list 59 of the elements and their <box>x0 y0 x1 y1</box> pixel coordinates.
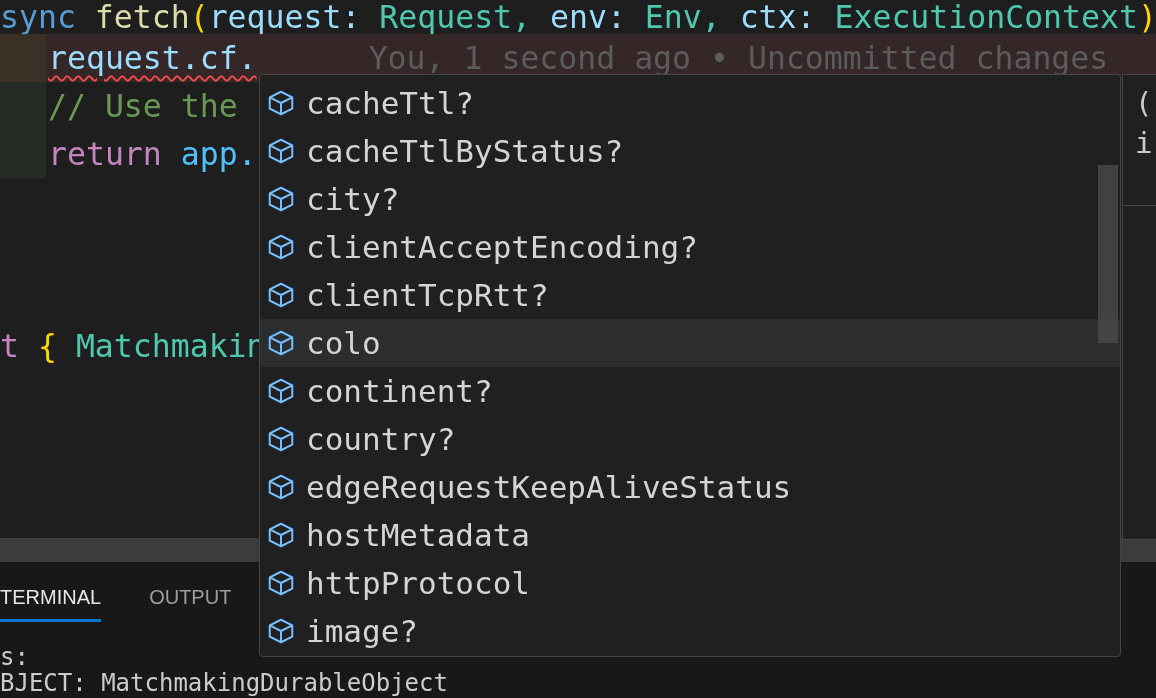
code-token: ExecutionContext <box>834 0 1138 35</box>
suggestion-item[interactable]: hostMetadata <box>260 511 1120 559</box>
cube-icon <box>266 88 296 118</box>
suggestion-label: clientAcceptEncoding? <box>306 229 698 265</box>
panel-tab[interactable]: TERMINAL <box>0 578 102 622</box>
cube-icon <box>266 424 296 454</box>
cube-icon <box>266 184 296 214</box>
details-text: i <box>1135 125 1154 162</box>
cube-icon <box>266 376 296 406</box>
code-token: { <box>37 328 58 364</box>
terminal-line: s: <box>0 644 30 670</box>
suggestion-label: city? <box>306 181 400 217</box>
suggestion-item[interactable]: cacheTtlByStatus? <box>260 127 1120 175</box>
cube-icon <box>266 328 296 358</box>
code-token: request: <box>208 0 362 35</box>
cube-icon <box>266 616 296 646</box>
code-token: env: <box>550 0 627 35</box>
suggestion-item[interactable]: cacheTtl? <box>260 79 1120 127</box>
suggestion-item[interactable]: city? <box>260 175 1120 223</box>
code-token: ctx: <box>739 0 817 35</box>
cube-icon <box>266 472 296 502</box>
suggestion-label: image? <box>306 613 418 649</box>
suggestion-label: cacheTtlByStatus? <box>306 133 624 169</box>
suggestion-label: colo <box>306 325 381 361</box>
suggestion-label: edgeRequestKeepAliveStatus <box>306 469 792 505</box>
suggestion-item[interactable]: image? <box>260 607 1120 655</box>
suggestion-item[interactable]: clientAcceptEncoding? <box>260 223 1120 271</box>
code-token: return <box>48 136 163 172</box>
cube-icon <box>266 136 296 166</box>
code-token: Request, <box>379 0 533 35</box>
code-token: t <box>0 328 20 364</box>
suggestion-item[interactable]: continent? <box>260 367 1120 415</box>
cube-icon <box>266 568 296 598</box>
suggestion-item[interactable]: edgeRequestKeepAliveStatus <box>260 463 1120 511</box>
suggestion-label: cacheTtl? <box>306 85 474 121</box>
terminal-line: BJECT: MatchmakingDurableObject <box>0 670 449 696</box>
suggestion-item[interactable]: clientTcpRtt? <box>260 271 1120 319</box>
suggestion-item[interactable]: colo <box>260 319 1120 367</box>
scrollbar-thumb[interactable] <box>1098 165 1118 343</box>
details-text: ( <box>1135 85 1154 122</box>
suggestion-label: continent? <box>306 373 493 409</box>
cube-icon <box>266 232 296 262</box>
code-token: ( <box>189 0 209 35</box>
code-token: fetch <box>94 0 190 35</box>
suggestion-label: hostMetadata <box>306 517 530 553</box>
code-token: sync <box>0 0 77 35</box>
suggestion-label: httpProtocol <box>306 565 530 601</box>
cube-icon <box>266 520 296 550</box>
suggestion-label: country? <box>306 421 456 457</box>
code-token: app. <box>180 136 257 172</box>
code-token: // Use the <box>48 88 238 124</box>
code-token: request.cf. <box>48 40 257 76</box>
suggestion-item[interactable]: httpProtocol <box>260 559 1120 607</box>
suggestion-item[interactable]: country? <box>260 415 1120 463</box>
panel-tab[interactable]: OUTPUT <box>149 578 232 622</box>
code-token: Env, <box>644 0 722 35</box>
suggestion-label: clientTcpRtt? <box>306 277 549 313</box>
code-token: ) <box>1137 0 1156 35</box>
cube-icon <box>266 280 296 310</box>
